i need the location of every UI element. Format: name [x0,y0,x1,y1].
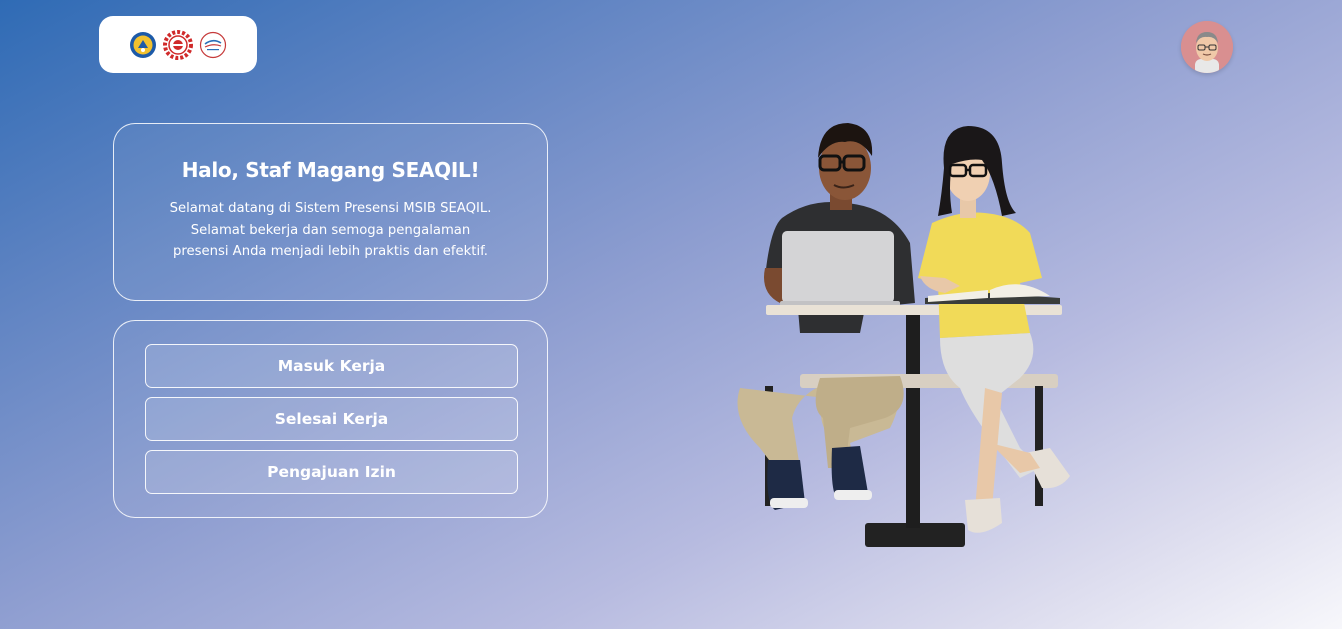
kemendikbud-logo-icon [130,31,156,58]
avatar-face-icon [1181,21,1233,73]
leave-request-button[interactable]: Pengajuan Izin [145,450,518,494]
welcome-title: Halo, Staf Magang SEAQIL! [181,158,480,182]
user-avatar-icon[interactable] [1181,21,1233,73]
welcome-line-2: Selamat bekerja dan semoga pengalaman [190,222,471,238]
welcome-card: Halo, Staf Magang SEAQIL! Selamat datang… [113,123,548,301]
welcome-message: Selamat datang di Sistem Presensi MSIB S… [151,198,511,263]
seameo-logo-icon [163,29,193,60]
check-in-button[interactable]: Masuk Kerja [145,344,518,388]
logo-box [99,16,257,73]
welcome-line-1: Selamat datang di Sistem Presensi MSIB S… [169,201,492,216]
hero-illustration [737,123,1070,547]
check-out-button[interactable]: Selesai Kerja [145,397,518,441]
welcome-line-3: presensi Anda menjadi lebih praktis dan … [173,244,488,259]
action-card: Masuk Kerja Selesai Kerja Pengajuan Izin [113,320,548,518]
seaqil-logo-icon [199,31,227,58]
